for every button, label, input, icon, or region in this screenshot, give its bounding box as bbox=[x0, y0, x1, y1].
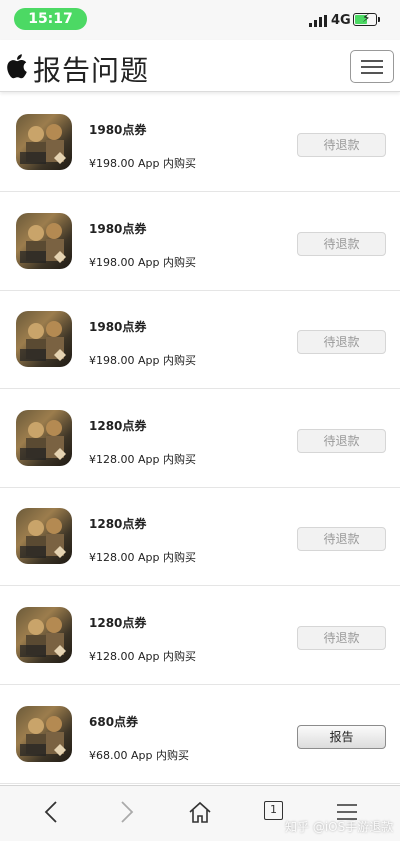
item-name: 1980点券 bbox=[89, 221, 147, 236]
watermark: 知乎 @iOS手游退款 bbox=[285, 820, 394, 834]
item-name: 1280点券 bbox=[89, 418, 147, 433]
item-name: 680点券 bbox=[89, 714, 139, 729]
browser-toolbar: 1 知乎 @iOS手游退款 bbox=[0, 785, 400, 841]
pending-refund-button: 待退款 bbox=[297, 231, 386, 256]
page-header: 报告问题 bbox=[0, 40, 400, 92]
apple-logo-icon bbox=[7, 54, 27, 79]
item-price: ¥128.00 App 内购买 bbox=[89, 650, 196, 663]
list-item: 1980点券 ¥198.00 App 内购买 待退款 bbox=[0, 192, 400, 291]
network-type: 4G bbox=[331, 13, 351, 28]
item-price: ¥68.00 App 内购买 bbox=[89, 748, 189, 762]
list-item: 1280点券 ¥128.00 App 内购买 待退款 bbox=[0, 389, 400, 488]
item-price: ¥128.00 App 内购买 bbox=[89, 551, 196, 565]
app-icon bbox=[16, 409, 72, 466]
status-bar: 15:17 4G ⚡ bbox=[0, 0, 400, 40]
forward-icon[interactable] bbox=[112, 798, 140, 826]
item-price: ¥128.00 App 内购买 bbox=[89, 452, 196, 466]
battery-icon: ⚡ bbox=[353, 11, 377, 26]
item-name: 1280点券 bbox=[89, 616, 147, 630]
list-item: 1980点券 ¥198.00 App 内购买 待退款 bbox=[0, 93, 400, 192]
signal-icon bbox=[309, 15, 327, 27]
pending-refund-button: 待退款 bbox=[297, 133, 386, 157]
list-item: 1280点券 ¥128.00 App 内购买 待退款 bbox=[0, 487, 400, 587]
pending-refund-button: 待退款 bbox=[297, 626, 386, 650]
menu-button[interactable] bbox=[350, 50, 394, 83]
list-item: 1980点券 ¥198.00 App 内购买 待退款 bbox=[0, 290, 400, 390]
status-time: 15:17 bbox=[14, 8, 87, 30]
app-icon bbox=[16, 114, 72, 170]
item-name: 1980点券 bbox=[89, 123, 147, 137]
tabs-icon[interactable]: 1 bbox=[264, 801, 283, 820]
home-icon[interactable] bbox=[186, 798, 214, 826]
app-icon bbox=[16, 705, 72, 762]
list-item: 680点券 ¥68.00 App 内购买 报告 bbox=[0, 685, 400, 784]
item-price: ¥198.00 App 内购买 bbox=[89, 255, 196, 269]
app-icon bbox=[16, 607, 72, 663]
list-item: 1280点券 ¥128.00 App 内购买 待退款 bbox=[0, 586, 400, 685]
report-button[interactable]: 报告 bbox=[297, 724, 386, 749]
battery-tip bbox=[378, 17, 380, 22]
pending-refund-button: 待退款 bbox=[297, 428, 386, 453]
app-icon bbox=[16, 508, 72, 565]
item-price: ¥198.00 App 内购买 bbox=[89, 157, 196, 170]
app-icon bbox=[16, 311, 72, 368]
app-icon bbox=[16, 212, 72, 269]
item-name: 1280点券 bbox=[89, 517, 147, 532]
back-icon[interactable] bbox=[38, 798, 66, 826]
item-price: ¥198.00 App 内购买 bbox=[89, 354, 196, 368]
item-name: 1980点券 bbox=[89, 320, 147, 335]
pending-refund-button: 待退款 bbox=[297, 330, 386, 355]
page-title: 报告问题 bbox=[33, 54, 150, 87]
pending-refund-button: 待退款 bbox=[297, 527, 386, 552]
